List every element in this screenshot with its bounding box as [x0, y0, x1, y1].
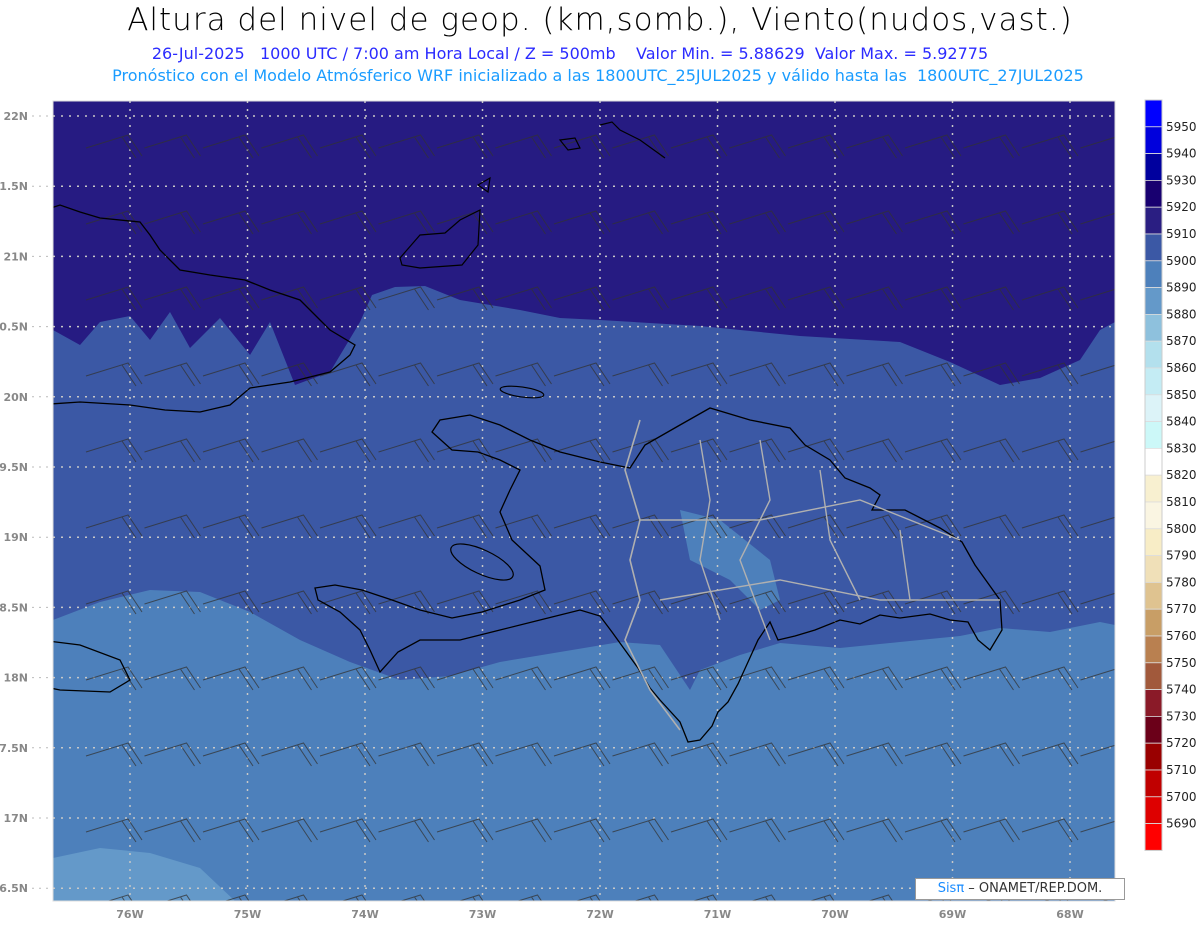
colorbar-label: 5690 [1166, 817, 1197, 831]
colorbar-label: 5930 [1166, 173, 1197, 187]
colorbar-swatch [1144, 555, 1163, 583]
logo-sis: Sisπ [937, 881, 965, 896]
colorbar-swatch [1144, 528, 1163, 556]
lat-label: 0.5N [0, 321, 28, 334]
colorbar-label: 5860 [1166, 361, 1197, 375]
colorbar-swatch [1144, 233, 1163, 262]
colorbar-label: 5840 [1166, 415, 1197, 429]
colorbar-label: 5940 [1166, 147, 1197, 161]
colorbar-label: 5950 [1166, 120, 1197, 134]
colorbar-label: 5740 [1166, 683, 1197, 697]
geopotential-map: 22N 1.5N 21N 0.5N 20N 9.5N 19N 8.5N 18N 7.5N 17N 6.… [0, 99, 1197, 921]
colorbar-swatch [1144, 582, 1163, 610]
colorbar-swatch [1144, 447, 1163, 476]
lat-label: 19N [3, 531, 28, 544]
lat-label: 17N [3, 812, 28, 825]
lon-label: 74W [351, 908, 378, 921]
colorbar-swatch [1144, 99, 1163, 128]
colorbar-swatch [1144, 313, 1163, 342]
colorbar-label: 5890 [1166, 281, 1197, 295]
colorbar-label: 5850 [1166, 388, 1197, 402]
lat-label: 1.5N [0, 180, 28, 193]
colorbar-label: 5780 [1166, 575, 1197, 589]
lat-label: 9.5N [0, 461, 28, 474]
lat-label: 8.5N [0, 601, 28, 614]
colorbar-label: 5770 [1166, 602, 1197, 616]
colorbar-swatch [1144, 501, 1163, 530]
colorbar-swatch [1144, 340, 1163, 369]
colorbar-swatch [1144, 608, 1163, 637]
colorbar-swatch [1144, 367, 1163, 396]
colorbar-swatch [1144, 260, 1163, 288]
colorbar-swatch [1144, 474, 1163, 503]
colorbar-label: 5920 [1166, 200, 1197, 214]
colorbar-swatch [1144, 126, 1163, 155]
colorbar-swatch [1144, 206, 1163, 235]
colorbar-swatch [1144, 179, 1163, 208]
colorbar-swatch [1144, 421, 1163, 449]
lat-label: 6.5N [0, 882, 28, 895]
colorbar-label: 5910 [1166, 227, 1197, 241]
lat-label: 18N [3, 672, 28, 685]
colorbar-label: 5870 [1166, 334, 1197, 348]
lon-label: 69W [939, 908, 966, 921]
colorbar-swatch [1144, 742, 1163, 771]
colorbar-label: 5710 [1166, 763, 1197, 777]
colorbar-swatch [1144, 635, 1163, 664]
colorbar-label: 5880 [1166, 307, 1197, 321]
colorbar-label: 5760 [1166, 629, 1197, 643]
map-area [53, 101, 1115, 901]
lon-label: 70W [821, 908, 848, 921]
colorbar-label: 5820 [1166, 468, 1197, 482]
colorbar-swatch [1144, 153, 1163, 181]
colorbar-swatch [1144, 769, 1163, 798]
colorbar-swatch [1144, 823, 1163, 851]
lat-label: 22N [3, 110, 28, 123]
lon-label: 76W [116, 908, 143, 921]
colorbar-swatch [1144, 287, 1163, 315]
colorbar-label: 5750 [1166, 656, 1197, 670]
colorbar-swatch [1144, 394, 1163, 422]
colorbar-label: 5730 [1166, 709, 1197, 723]
colorbar-swatch [1144, 689, 1163, 717]
colorbar-label: 5720 [1166, 736, 1197, 750]
lon-label: 75W [234, 908, 261, 921]
colorbar-label: 5800 [1166, 522, 1197, 536]
colorbar-label: 5810 [1166, 495, 1197, 509]
colorbar-label: 5900 [1166, 254, 1197, 268]
colorbar-swatch [1144, 796, 1163, 824]
lon-label: 71W [704, 908, 731, 921]
colorbar-swatch [1144, 716, 1163, 744]
colorbar-swatch [1144, 662, 1163, 690]
lat-label: 20N [3, 391, 28, 404]
sispi-onamet-logo: Sisπ – ONAMET/REP.DOM. [915, 878, 1125, 900]
lon-label: 73W [469, 908, 496, 921]
lat-label: 21N [3, 250, 28, 263]
lat-label: 7.5N [0, 742, 28, 755]
colorbar-label: 5700 [1166, 790, 1197, 804]
lon-label: 68W [1056, 908, 1083, 921]
logo-text: – ONAMET/REP.DOM. [964, 881, 1103, 896]
colorbar-label: 5830 [1166, 441, 1197, 455]
colorbar-label: 5790 [1166, 549, 1197, 563]
lon-label: 72W [586, 908, 613, 921]
